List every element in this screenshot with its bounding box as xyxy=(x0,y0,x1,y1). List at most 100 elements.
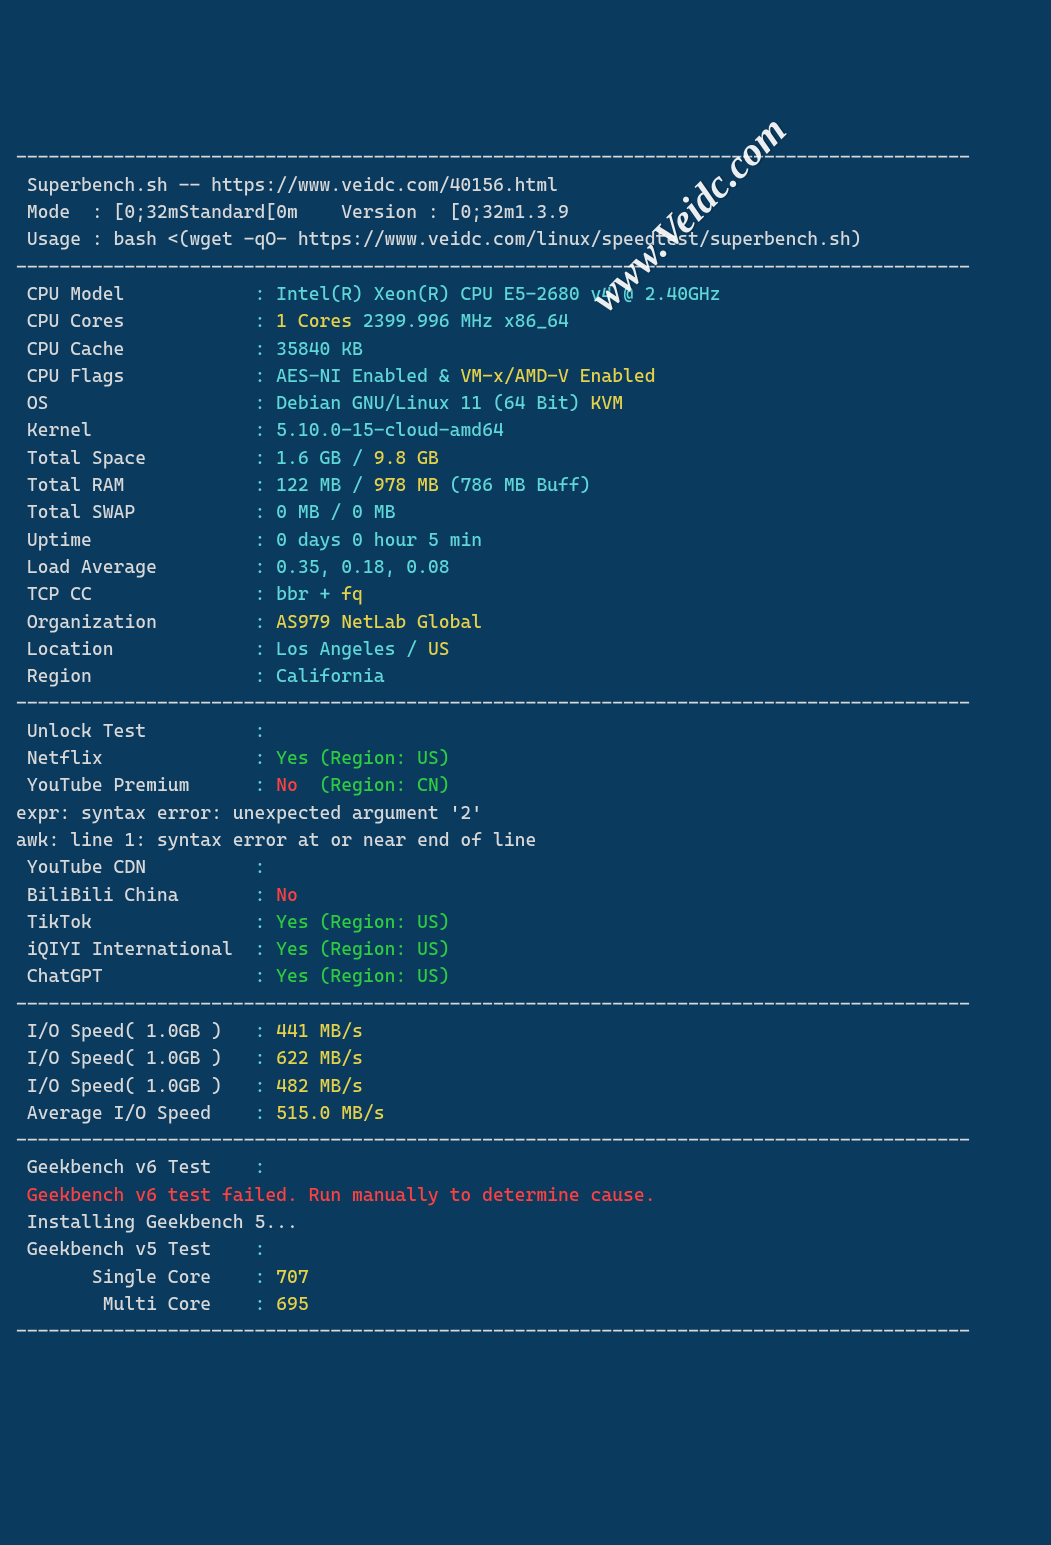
colon: : xyxy=(254,721,265,742)
location-city: Los Angeles / xyxy=(276,639,428,660)
colon: : xyxy=(254,1103,276,1124)
cpu-cores-label: CPU Cores xyxy=(16,311,254,332)
youtube-premium-label: YouTube Premium xyxy=(16,775,254,796)
ram-buff: (786 MB Buff) xyxy=(439,475,591,496)
netflix-region: (Region: US) xyxy=(309,748,450,769)
org-value: AS979 NetLab Global xyxy=(276,612,482,633)
mode-value: Standard xyxy=(179,202,266,223)
colon: : xyxy=(254,1157,265,1178)
io-speed-1-label: I/O Speed( 1.0GB ) xyxy=(16,1021,254,1042)
io-speed-3-value: 482 MB/s xyxy=(276,1076,363,1097)
single-core-value: 707 xyxy=(276,1267,309,1288)
io-speed-3-label: I/O Speed( 1.0GB ) xyxy=(16,1076,254,1097)
io-speed-2-value: 622 MB/s xyxy=(276,1048,363,1069)
tcp-label: TCP CC xyxy=(16,584,254,605)
geekbench-v6-fail: Geekbench v6 test failed. Run manually t… xyxy=(16,1185,656,1206)
cpu-flags-aes: AES-NI Enabled & xyxy=(276,366,460,387)
separator: ----------------------------------------… xyxy=(16,1130,970,1151)
colon: : xyxy=(254,912,276,933)
colon: : xyxy=(254,420,276,441)
io-speed-avg-label: Average I/O Speed xyxy=(16,1103,254,1124)
version-value: 1.3.9 xyxy=(515,202,569,223)
chatgpt-status: Yes xyxy=(276,966,309,987)
swap-value: 0 MB / 0 MB xyxy=(276,502,395,523)
load-value: 0.35, 0.18, 0.08 xyxy=(276,557,449,578)
tiktok-region: (Region: US) xyxy=(309,912,450,933)
colon: : xyxy=(254,393,276,414)
terminal-output: ----------------------------------------… xyxy=(0,109,1051,1353)
geekbench-v6-label: Geekbench v6 Test xyxy=(16,1157,254,1178)
colon: : xyxy=(254,284,276,305)
colon: : xyxy=(254,366,276,387)
colon: : xyxy=(254,857,265,878)
tcp-qdisc: fq xyxy=(341,584,363,605)
os-virt: KVM xyxy=(591,393,624,414)
colon: : xyxy=(254,885,276,906)
netflix-status: Yes xyxy=(276,748,309,769)
colon: : xyxy=(254,612,276,633)
colon: : xyxy=(254,939,276,960)
space-used: 1.6 GB / xyxy=(276,448,374,469)
colon: : xyxy=(254,966,276,987)
separator: ----------------------------------------… xyxy=(16,147,970,168)
version-prefix: [0m Version : [0;32m xyxy=(265,202,514,223)
org-label: Organization xyxy=(16,612,254,633)
os-label: OS xyxy=(16,393,254,414)
cpu-cache-value: 35840 KB xyxy=(276,339,363,360)
tiktok-label: TikTok xyxy=(16,912,254,933)
separator: ----------------------------------------… xyxy=(16,693,970,714)
colon: : xyxy=(254,748,276,769)
geekbench-v5-label: Geekbench v5 Test xyxy=(16,1239,254,1260)
io-speed-avg-value: 515.0 MB/s xyxy=(276,1103,384,1124)
colon: : xyxy=(254,311,276,332)
colon: : xyxy=(254,1267,276,1288)
youtube-premium-region: (Region: CN) xyxy=(309,775,450,796)
tiktok-status: Yes xyxy=(276,912,309,933)
swap-label: Total SWAP xyxy=(16,502,254,523)
io-speed-1-value: 441 MB/s xyxy=(276,1021,363,1042)
colon: : xyxy=(254,666,276,687)
colon: : xyxy=(254,448,276,469)
space-total: 9.8 GB xyxy=(374,448,439,469)
location-label: Location xyxy=(16,639,254,660)
chatgpt-label: ChatGPT xyxy=(16,966,254,987)
mode-line: Mode : [0;32mStandard[0m Version : [0;32… xyxy=(16,202,569,223)
colon: : xyxy=(254,1021,276,1042)
multi-core-value: 695 xyxy=(276,1294,309,1315)
header-title: Superbench.sh -- https://www.veidc.com/4… xyxy=(16,175,558,196)
bilibili-status: No xyxy=(276,885,298,906)
location-country: US xyxy=(428,639,450,660)
error-expr: expr: syntax error: unexpected argument … xyxy=(16,803,482,824)
multi-core-label: Multi Core xyxy=(16,1294,254,1315)
bilibili-label: BiliBili China xyxy=(16,885,254,906)
colon: : xyxy=(254,639,276,660)
cpu-cache-label: CPU Cache xyxy=(16,339,254,360)
error-awk: awk: line 1: syntax error at or near end… xyxy=(16,830,536,851)
iqiyi-status: Yes xyxy=(276,939,309,960)
kernel-label: Kernel xyxy=(16,420,254,441)
uptime-value: 0 days 0 hour 5 min xyxy=(276,530,482,551)
uptime-label: Uptime xyxy=(16,530,254,551)
cpu-flags-label: CPU Flags xyxy=(16,366,254,387)
cpu-cores-count: 1 Cores xyxy=(276,311,352,332)
separator: ----------------------------------------… xyxy=(16,994,970,1015)
separator: ----------------------------------------… xyxy=(16,1321,970,1342)
youtube-cdn-label: YouTube CDN xyxy=(16,857,254,878)
load-label: Load Average xyxy=(16,557,254,578)
separator: ----------------------------------------… xyxy=(16,257,970,278)
io-speed-2-label: I/O Speed( 1.0GB ) xyxy=(16,1048,254,1069)
region-label: Region xyxy=(16,666,254,687)
single-core-label: Single Core xyxy=(16,1267,254,1288)
colon: : xyxy=(254,1076,276,1097)
colon: : xyxy=(254,1294,276,1315)
ram-total: 978 MB xyxy=(374,475,439,496)
colon: : xyxy=(254,584,276,605)
unlock-title: Unlock Test xyxy=(16,721,254,742)
cpu-model-label: CPU Model xyxy=(16,284,254,305)
colon: : xyxy=(254,1048,276,1069)
ram-label: Total RAM xyxy=(16,475,254,496)
colon: : xyxy=(254,502,276,523)
youtube-premium-status: No xyxy=(276,775,309,796)
cpu-model-value: Intel(R) Xeon(R) CPU E5-2680 v4 @ 2.40GH… xyxy=(276,284,720,305)
kernel-value: 5.10.0-15-cloud-amd64 xyxy=(276,420,504,441)
